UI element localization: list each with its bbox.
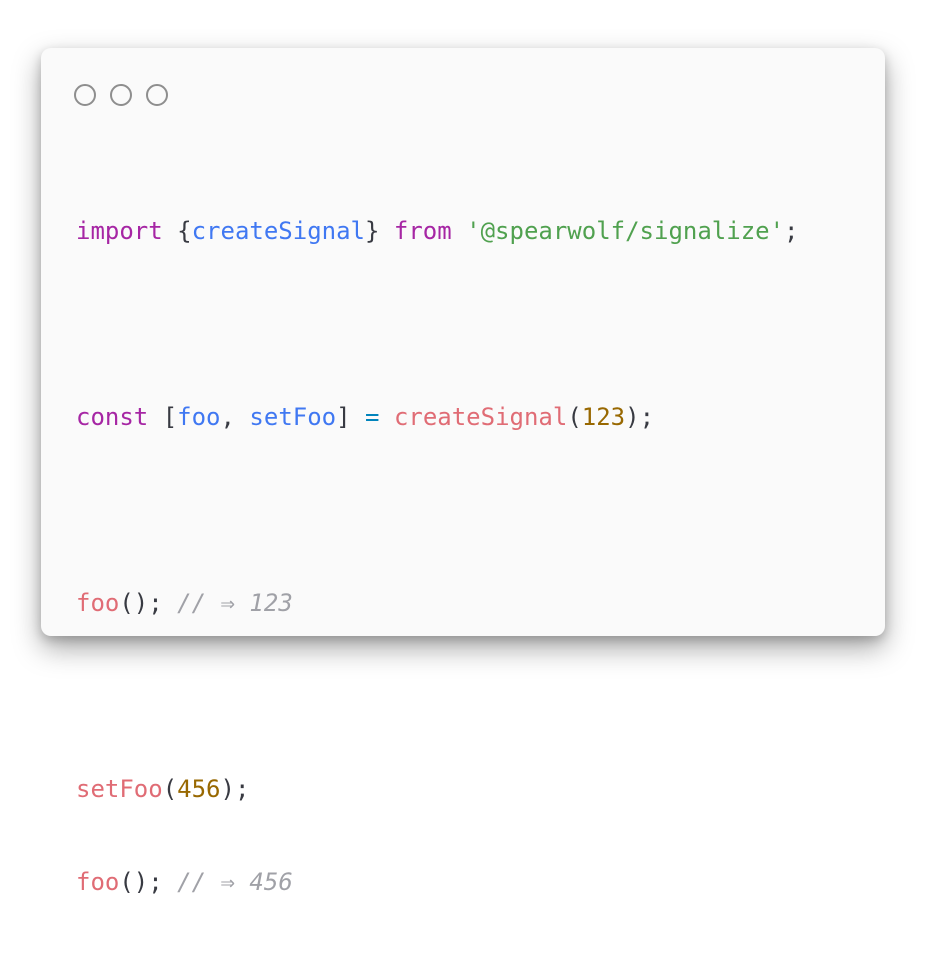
- identifier: setFoo: [249, 403, 337, 431]
- identifier: foo: [177, 403, 221, 431]
- punctuation: ,: [220, 403, 235, 431]
- punctuation: (: [567, 403, 582, 431]
- keyword: import: [76, 217, 163, 245]
- punctuation: );: [625, 403, 655, 431]
- number-literal: 456: [177, 775, 221, 803]
- code-block: import {createSignal} from '@spearwolf/s…: [76, 154, 799, 960]
- punctuation: ]: [336, 403, 351, 431]
- punctuation: ;: [784, 217, 799, 245]
- punctuation: (: [162, 775, 178, 803]
- punctuation: {: [177, 217, 192, 245]
- punctuation: [: [162, 403, 178, 431]
- code-window: import {createSignal} from '@spearwolf/s…: [41, 48, 885, 896]
- punctuation: );: [220, 775, 250, 803]
- code-line-1: import {createSignal} from '@spearwolf/s…: [76, 216, 799, 247]
- close-dot-icon[interactable]: [74, 84, 96, 106]
- number-literal: 123: [581, 403, 626, 431]
- keyword: const: [76, 403, 149, 431]
- code-line-2: const [foo, setFoo] = createSignal(123);: [76, 402, 799, 433]
- comment: // ⇒ 123: [177, 589, 293, 617]
- operator: =: [365, 403, 380, 431]
- minimize-dot-icon[interactable]: [110, 84, 132, 106]
- maximize-dot-icon[interactable]: [146, 84, 168, 106]
- string-literal: '@spearwolf/signalize': [466, 217, 785, 245]
- code-line-4: setFoo(456);: [76, 774, 799, 805]
- function-call: createSignal: [393, 403, 568, 431]
- keyword: from: [393, 217, 452, 245]
- identifier: createSignal: [191, 217, 365, 245]
- punctuation: }: [365, 217, 380, 245]
- function-call: foo: [76, 868, 120, 896]
- comment: // ⇒ 456: [177, 868, 293, 896]
- code-line-5: foo(); // ⇒ 456: [76, 867, 799, 898]
- punctuation: ();: [119, 868, 163, 896]
- function-call: foo: [76, 589, 120, 617]
- function-call: setFoo: [76, 775, 163, 803]
- window-controls: [74, 84, 168, 106]
- punctuation: ();: [119, 589, 163, 617]
- code-line-3: foo(); // ⇒ 123: [76, 588, 799, 619]
